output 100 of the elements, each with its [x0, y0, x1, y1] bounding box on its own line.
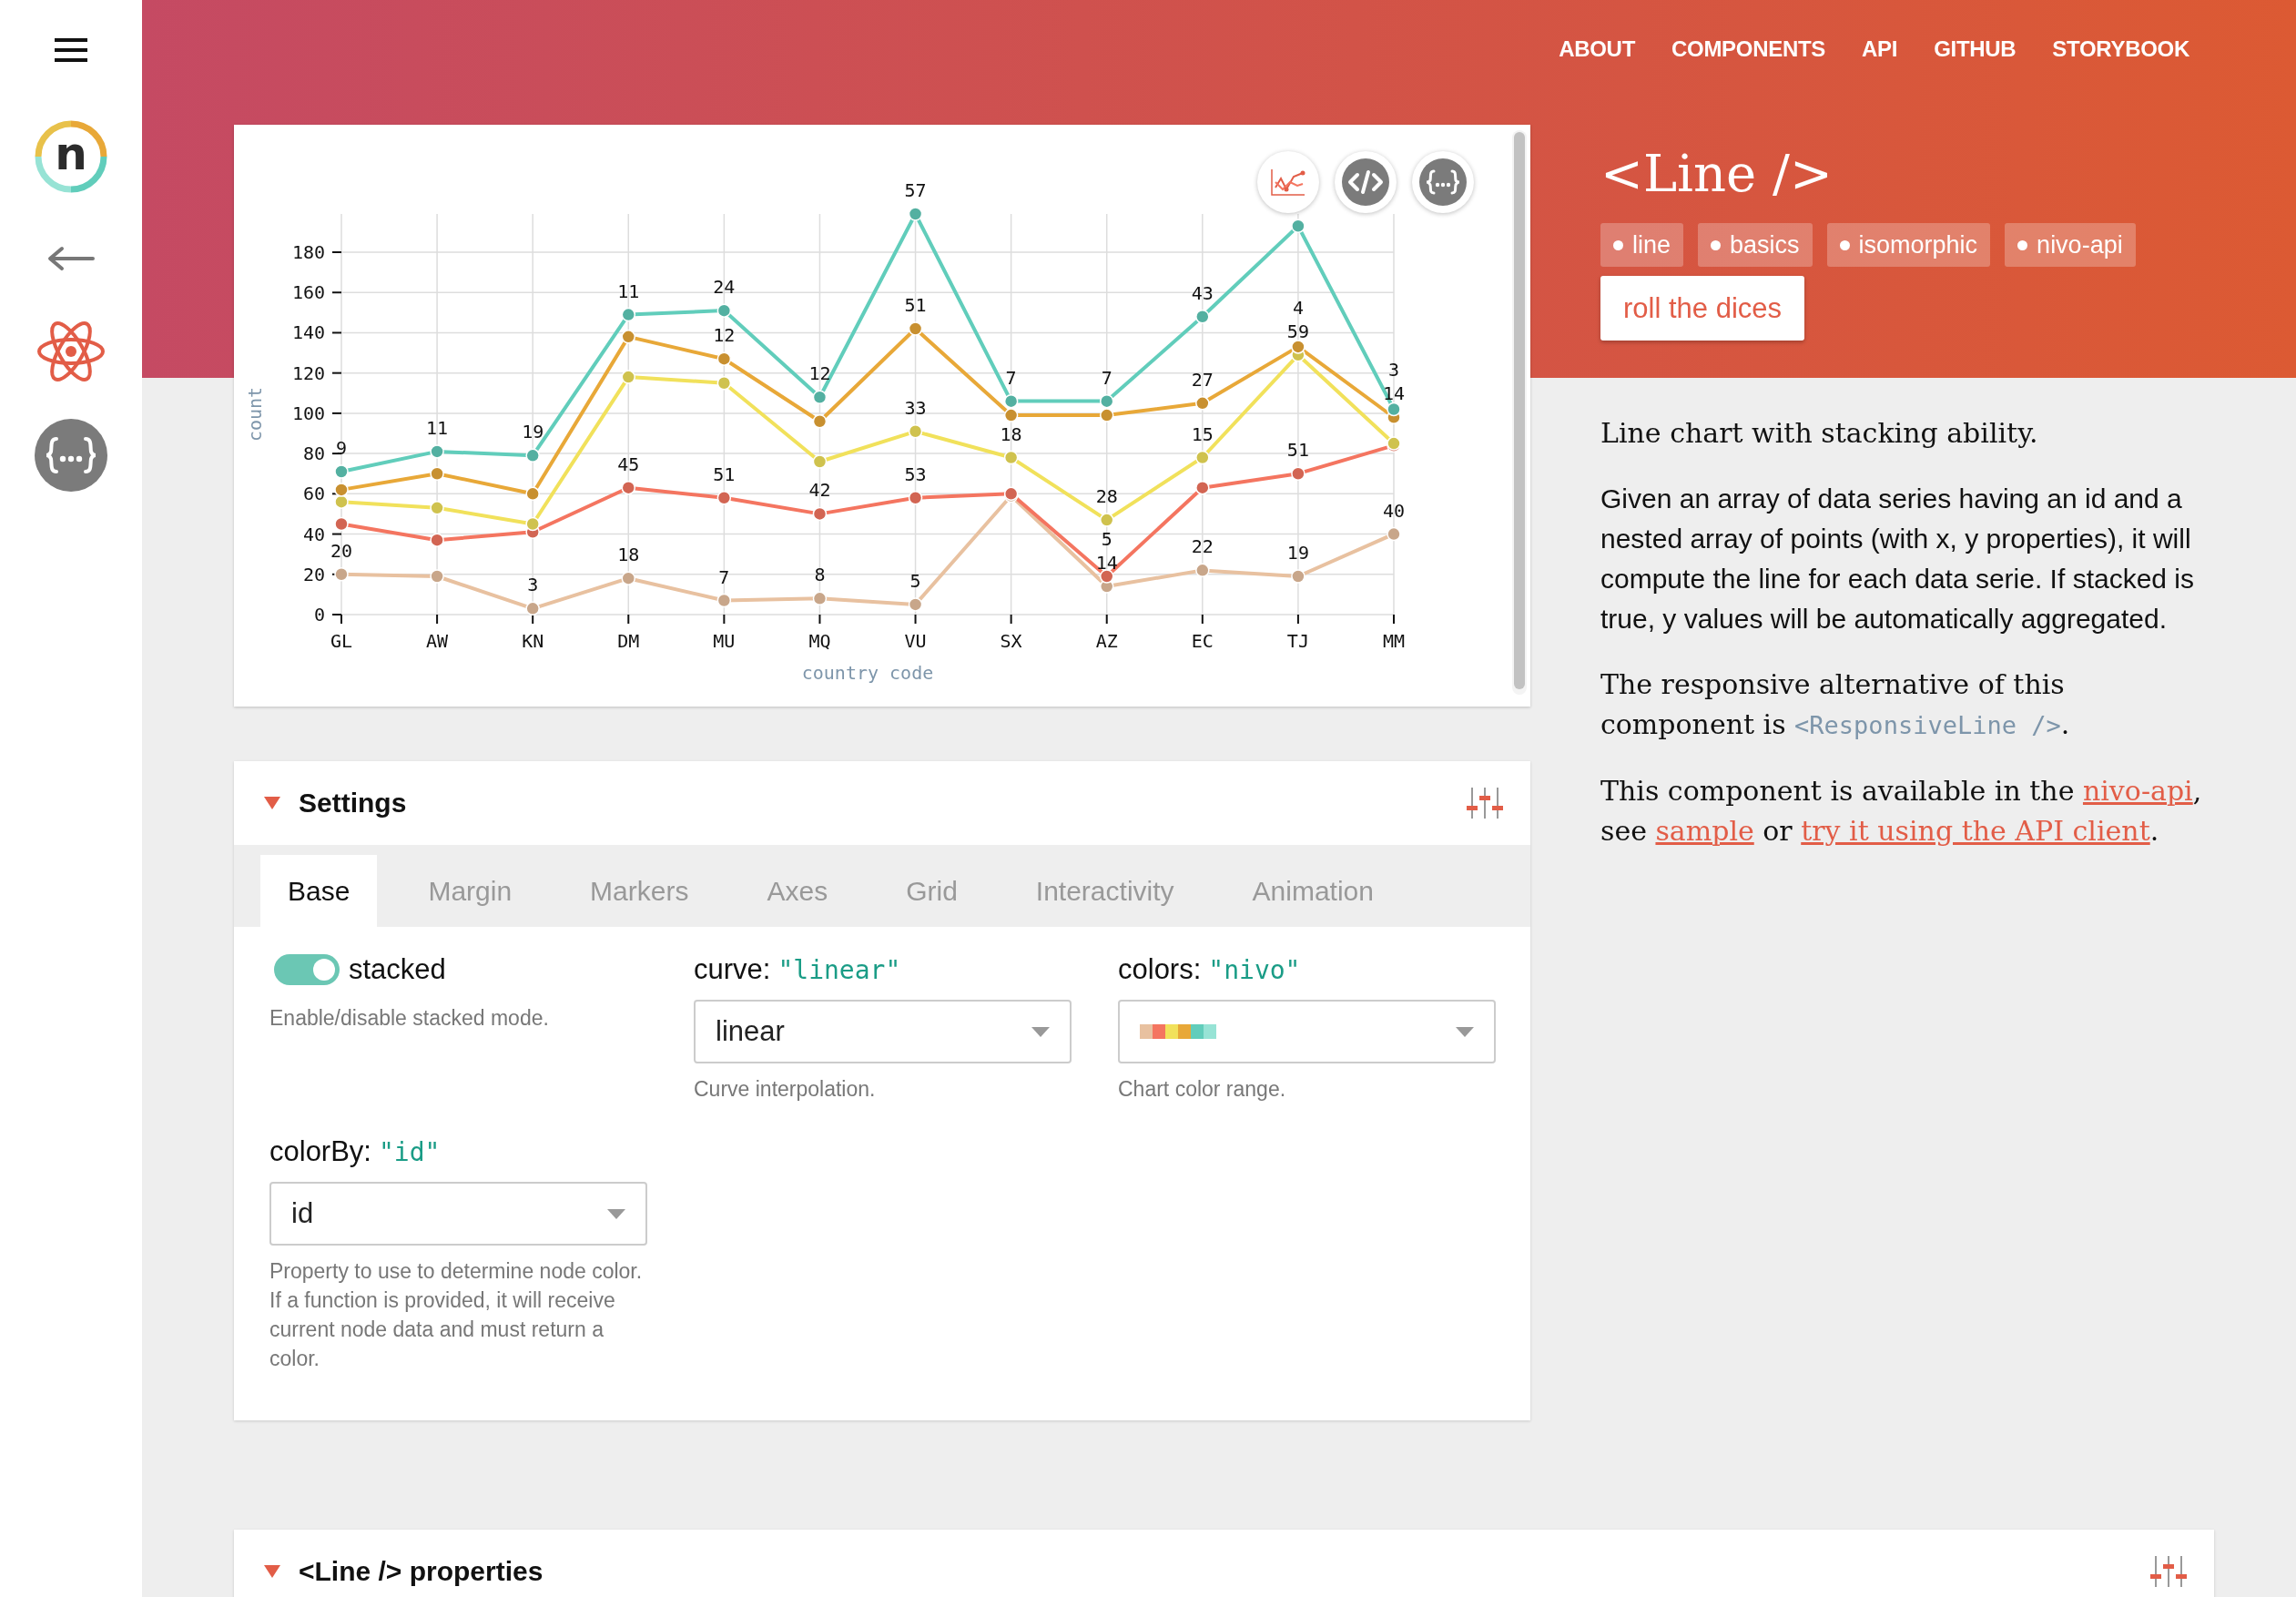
- data-point: [812, 414, 828, 429]
- select-field[interactable]: linear: [694, 1000, 1072, 1063]
- value-label: 20: [330, 539, 353, 562]
- value-label: 3: [1388, 359, 1399, 381]
- chart-view-button[interactable]: [1257, 151, 1319, 213]
- data-button[interactable]: [1412, 151, 1474, 213]
- data-point: [1100, 393, 1114, 409]
- nav-link[interactable]: API: [1862, 35, 1898, 64]
- control-value: "linear": [777, 954, 901, 985]
- collapse-triangle-icon[interactable]: [264, 797, 280, 809]
- data-point: [1003, 393, 1019, 409]
- tick-label: 60: [302, 483, 325, 505]
- control-label: colors:: [1118, 953, 1202, 986]
- tick-label: MQ: [808, 630, 831, 652]
- tag[interactable]: nivo-api: [2005, 223, 2136, 267]
- data-point: [525, 601, 540, 616]
- data-point: [1387, 526, 1401, 542]
- value-label: 18: [1000, 422, 1022, 445]
- tick-label: KN: [522, 630, 544, 652]
- roll-dices-button[interactable]: roll the dices: [1600, 276, 1805, 341]
- control-label: curve:: [694, 953, 771, 986]
- control-label: stacked: [349, 953, 446, 986]
- data-point: [908, 491, 923, 505]
- axis-title: count: [244, 386, 266, 442]
- value-label: 5: [909, 569, 921, 592]
- data-point: [716, 491, 732, 505]
- data-point: [1100, 569, 1114, 584]
- tag[interactable]: basics: [1698, 223, 1813, 267]
- nav-link[interactable]: STORYBOOK: [2052, 35, 2189, 64]
- nav-link[interactable]: COMPONENTS: [1671, 35, 1826, 64]
- data-point: [1195, 396, 1210, 411]
- value-label: 27: [1191, 368, 1214, 391]
- link[interactable]: nivo-api: [2082, 775, 2193, 807]
- tick-label: 180: [291, 241, 325, 263]
- toggle-switch[interactable]: [274, 954, 340, 985]
- control-value: "id": [379, 1136, 441, 1167]
- tick-label: 80: [302, 442, 325, 465]
- code-button[interactable]: [1335, 151, 1397, 213]
- value-label: 12: [808, 362, 831, 385]
- nav-link[interactable]: ABOUT: [1559, 35, 1635, 64]
- settings-tab[interactable]: Axes: [739, 855, 856, 927]
- nav-link[interactable]: GITHUB: [1934, 35, 2017, 64]
- line-chart-icon: [1270, 168, 1306, 197]
- scrollbar-thumb[interactable]: [1514, 132, 1525, 689]
- value-label: 24: [713, 276, 736, 299]
- code-icon: [1342, 158, 1389, 206]
- value-label: 3: [527, 574, 539, 596]
- value-label: 19: [1286, 542, 1309, 564]
- data-point: [621, 307, 635, 322]
- value-label: 43: [1191, 281, 1214, 304]
- logo[interactable]: n: [35, 120, 107, 193]
- value-label: 12: [713, 324, 736, 347]
- tick-label: GL: [330, 630, 353, 652]
- sliders-icon[interactable]: [2150, 1556, 2187, 1587]
- tag[interactable]: line: [1600, 223, 1684, 267]
- value-label: 11: [426, 416, 449, 439]
- value-label: 4: [1292, 296, 1304, 319]
- panel-title: <Line /> properties: [299, 1556, 544, 1587]
- back-arrow-icon[interactable]: [47, 246, 95, 271]
- page-title: <Line />: [1600, 145, 1834, 203]
- tick-label: TJ: [1286, 630, 1309, 652]
- caret-icon: [1456, 1026, 1474, 1037]
- sliders-icon[interactable]: [1467, 788, 1503, 819]
- data-point: [908, 207, 923, 221]
- data-point: [908, 597, 923, 612]
- data-point: [1100, 408, 1114, 422]
- tick-label: MU: [713, 630, 736, 652]
- settings-tab[interactable]: Base: [260, 855, 378, 927]
- link[interactable]: try it using the API client: [1801, 815, 2150, 847]
- collapse-triangle-icon[interactable]: [264, 1565, 280, 1578]
- data-point: [1195, 450, 1210, 465]
- panel-title: Settings: [299, 788, 408, 819]
- data-point: [1100, 513, 1114, 527]
- settings-tab[interactable]: Interactivity: [1008, 855, 1202, 927]
- settings-tab[interactable]: Animation: [1224, 855, 1401, 927]
- value-label: 7: [1101, 366, 1112, 389]
- data-point: [1195, 480, 1210, 495]
- data-point: [908, 424, 923, 439]
- settings-tab[interactable]: Grid: [879, 855, 985, 927]
- data-point: [525, 516, 540, 532]
- select-field[interactable]: [1118, 1000, 1496, 1063]
- braces-icon[interactable]: [35, 419, 107, 492]
- link[interactable]: sample: [1655, 815, 1754, 847]
- data-point: [1003, 450, 1019, 465]
- tick-label: DM: [617, 630, 640, 652]
- atom-icon[interactable]: [36, 319, 107, 384]
- value-label: 9: [336, 437, 347, 459]
- value-label: 15: [1191, 422, 1214, 445]
- data-point: [621, 330, 635, 344]
- settings-tab[interactable]: Markers: [563, 855, 716, 927]
- settings-tab[interactable]: Margin: [401, 855, 540, 927]
- tag[interactable]: isomorphic: [1826, 223, 1991, 267]
- data-point: [812, 506, 828, 522]
- axis-title: country code: [801, 662, 934, 684]
- description-text: Given an array of data series having an id and a nested array of points (with x, y properties), it will compute the line for each data serie. If stacked is true, y values will be automatically aggregated.: [1600, 483, 2196, 636]
- select-field[interactable]: id: [269, 1182, 647, 1246]
- value-label: 7: [1005, 366, 1017, 389]
- scrollbar[interactable]: [1512, 130, 1527, 695]
- menu-icon[interactable]: [55, 38, 87, 62]
- tick-label: VU: [904, 630, 927, 652]
